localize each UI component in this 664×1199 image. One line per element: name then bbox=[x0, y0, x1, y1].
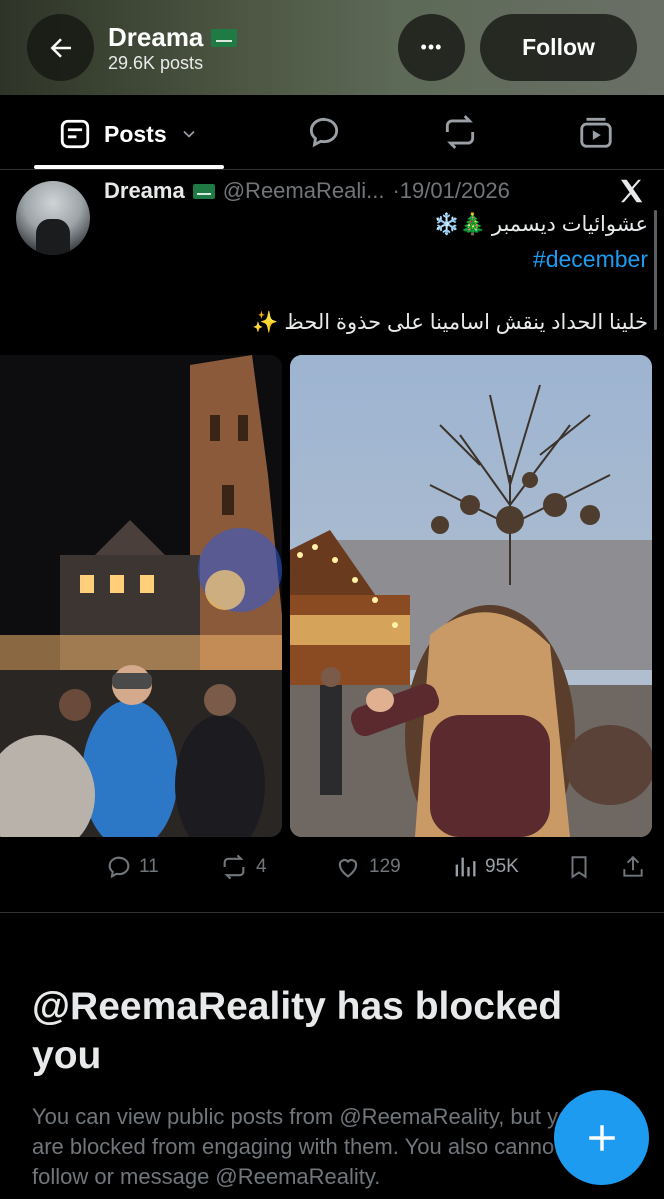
follow-button[interactable]: Follow bbox=[480, 14, 637, 81]
repost-button[interactable]: 4 bbox=[218, 853, 267, 881]
more-button[interactable]: ••• bbox=[398, 14, 465, 81]
reply-icon bbox=[108, 856, 130, 879]
post-image-christmas-market[interactable] bbox=[290, 355, 652, 837]
saudi-flag-icon bbox=[192, 183, 215, 199]
compose-post-button[interactable] bbox=[554, 1090, 649, 1185]
blocked-description: You can view public posts from @ReemaRea… bbox=[32, 1104, 583, 1189]
tab-media[interactable] bbox=[577, 113, 615, 151]
post-image-night-market[interactable] bbox=[0, 355, 282, 837]
posts-icon bbox=[60, 119, 90, 149]
profile-header: Dreama 29.6K posts ••• Follow bbox=[0, 0, 664, 95]
x-logo-icon bbox=[621, 179, 643, 203]
posts-count: 29.6K posts bbox=[108, 53, 204, 73]
plus-icon bbox=[588, 1124, 615, 1151]
scrollbar[interactable] bbox=[654, 210, 657, 330]
share-icon[interactable] bbox=[620, 853, 646, 881]
profile-tabs: Posts bbox=[0, 95, 664, 170]
repost-icon bbox=[223, 854, 245, 880]
tab-reposts[interactable] bbox=[440, 113, 480, 151]
tab-replies[interactable] bbox=[305, 113, 343, 151]
active-tab-indicator bbox=[34, 165, 224, 169]
more-icon: ••• bbox=[420, 37, 443, 57]
tab-posts[interactable]: Posts bbox=[58, 117, 199, 151]
blocked-title: @ReemaReality has blocked you bbox=[32, 985, 563, 1078]
views-chart-icon bbox=[455, 857, 476, 877]
bookmark-icon[interactable] bbox=[566, 853, 592, 881]
heart-icon bbox=[338, 859, 358, 878]
post-handle[interactable]: @ReemaReali... bbox=[223, 178, 385, 204]
post-text-line2: خلينا الحداد ينقش اسامينا على حذوة الحظ … bbox=[252, 311, 648, 334]
reply-button[interactable]: 11 bbox=[105, 853, 159, 881]
arrow-left-icon bbox=[50, 37, 71, 58]
views-button[interactable]: 95K bbox=[451, 853, 519, 881]
chevron-down-icon bbox=[183, 130, 195, 138]
post-text-line1: عشوائيات ديسمبر 🎄❄️ bbox=[433, 213, 648, 236]
saudi-flag-icon bbox=[211, 28, 238, 47]
divider bbox=[0, 912, 664, 913]
hashtag-link[interactable]: #december bbox=[533, 246, 648, 273]
post-author-name[interactable]: Dreama bbox=[104, 178, 185, 204]
like-button[interactable]: 129 bbox=[333, 853, 401, 881]
avatar[interactable] bbox=[16, 181, 90, 255]
profile-name: Dreama bbox=[108, 22, 238, 53]
post-date: ·19/01/2026 bbox=[392, 178, 510, 203]
post-header: Dreama @ReemaReali... ·19/01/2026 bbox=[104, 178, 510, 204]
post-actions: 11 4 129 95K bbox=[0, 845, 664, 889]
back-button[interactable] bbox=[27, 14, 94, 81]
